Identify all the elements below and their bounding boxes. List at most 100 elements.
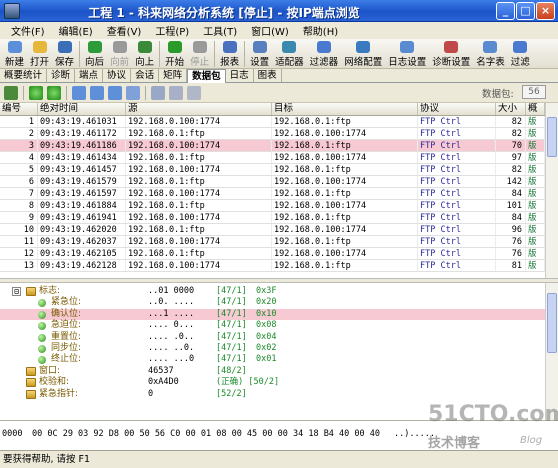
packet-source: 192.168.0.1:ftp bbox=[126, 128, 272, 139]
refresh-icon[interactable] bbox=[4, 85, 18, 100]
scrollbar-thumb[interactable] bbox=[547, 293, 557, 353]
tab-3[interactable]: 协议 bbox=[103, 69, 132, 82]
table-row[interactable]: 11 09:43:19.462037 192.168.0.100:1774 192.1… bbox=[0, 236, 545, 248]
packet-summary: 版 bbox=[526, 188, 545, 199]
export-icon[interactable] bbox=[187, 85, 201, 100]
go-back-icon[interactable] bbox=[29, 85, 43, 100]
decode-tree-item[interactable]: 重置位: .... .0.. [47/1] 0x04 bbox=[0, 332, 545, 343]
tab-6[interactable]: 数据包 bbox=[187, 69, 226, 83]
column-header-source[interactable]: 源 bbox=[126, 103, 272, 115]
name-table-button[interactable]: 名字表 bbox=[473, 39, 508, 68]
decode-tree-item[interactable]: 急迫位: .... 0... [47/1] 0x08 bbox=[0, 320, 545, 331]
table-row[interactable]: 13 09:43:19.462128 192.168.0.100:1774 192.1… bbox=[0, 260, 545, 272]
minimize-button[interactable]: _ bbox=[496, 2, 515, 20]
new-button[interactable]: 新建 bbox=[2, 39, 27, 68]
packet-detail-view-icon[interactable] bbox=[90, 85, 104, 100]
decode-tree-item[interactable]: 确认位: ...1 .... [47/1] 0x10 bbox=[0, 308, 545, 320]
save-button[interactable]: 保存 bbox=[52, 39, 77, 68]
decode-tree-item[interactable]: 窗口: 46537 [48/2] bbox=[0, 366, 545, 377]
menu-edit[interactable]: 编辑(E) bbox=[52, 23, 100, 38]
forward-button[interactable]: 向前 bbox=[107, 39, 132, 68]
packet-number: 12 bbox=[0, 248, 38, 259]
toolbar-separator bbox=[159, 41, 161, 67]
go-forward-icon[interactable] bbox=[47, 85, 61, 100]
open-button[interactable]: 打开 bbox=[27, 39, 52, 68]
column-header-number[interactable]: 编号 bbox=[0, 103, 38, 115]
menu-window[interactable]: 窗口(W) bbox=[244, 23, 296, 38]
scrollbar-thumb[interactable] bbox=[547, 117, 557, 157]
tab-1[interactable]: 诊断 bbox=[47, 69, 76, 82]
menu-project[interactable]: 工程(P) bbox=[148, 23, 196, 38]
decode-tree-item[interactable]: ⊟ 标志: ..01 0000 [47/1] 0x3F bbox=[0, 286, 545, 297]
adapter-button[interactable]: 适配器 bbox=[272, 39, 307, 68]
packet-list-view-icon[interactable] bbox=[72, 85, 86, 100]
network-config-button[interactable]: 网络配置 bbox=[341, 39, 385, 68]
table-row[interactable]: 5 09:43:19.461457 192.168.0.100:1774 192.16… bbox=[0, 164, 545, 176]
decode-tree-scrollbar[interactable] bbox=[545, 283, 558, 420]
table-row[interactable]: 10 09:43:19.462020 192.168.0.1:ftp 192.168.… bbox=[0, 224, 545, 236]
stop-button[interactable]: 停止 bbox=[187, 39, 212, 68]
decode-tree-item[interactable]: 校验和: 0xA4D0 (正确) [50/2] bbox=[0, 377, 545, 388]
diagnosis-settings-button[interactable]: 诊断设置 bbox=[429, 39, 473, 68]
tab-8[interactable]: 图表 bbox=[254, 69, 282, 82]
packet-protocol: FTP Ctrl bbox=[418, 200, 496, 211]
column-header-size[interactable]: 大小 bbox=[496, 103, 526, 115]
maximize-button[interactable]: □ bbox=[516, 2, 535, 20]
decode-tree-item[interactable]: 同步位: .... ..0. [47/1] 0x02 bbox=[0, 343, 545, 354]
table-row[interactable]: 7 09:43:19.461597 192.168.0.100:1774 192.16… bbox=[0, 188, 545, 200]
menu-view[interactable]: 查看(V) bbox=[100, 23, 149, 38]
column-header-time[interactable]: 绝对时间 bbox=[38, 103, 126, 115]
table-row[interactable]: 9 09:43:19.461941 192.168.0.100:1774 192.16… bbox=[0, 212, 545, 224]
up-button[interactable]: 向上 bbox=[132, 39, 157, 68]
name-table-icon bbox=[483, 41, 498, 53]
log-settings-button[interactable]: 日志设置 bbox=[385, 39, 429, 68]
table-row[interactable]: 3 09:43:19.461186 192.168.0.100:1774 192.16… bbox=[0, 140, 545, 152]
toolbar-button-label: 报表 bbox=[220, 57, 240, 68]
tab-4[interactable]: 会话 bbox=[131, 69, 160, 82]
filter-button[interactable]: 过滤器 bbox=[307, 39, 342, 68]
menu-tools[interactable]: 工具(T) bbox=[196, 23, 244, 38]
field-name: 窗口: bbox=[39, 365, 61, 376]
column-header-summary[interactable]: 概 bbox=[526, 103, 545, 115]
packet-list-scrollbar[interactable] bbox=[545, 103, 558, 278]
filter2-button[interactable]: 过滤 bbox=[508, 39, 533, 68]
menu-file[interactable]: 文件(F) bbox=[4, 23, 52, 38]
collapse-icon[interactable]: ⊟ bbox=[12, 287, 21, 296]
packet-number: 7 bbox=[0, 188, 38, 199]
layout-dropdown-icon[interactable] bbox=[126, 85, 140, 100]
start-button[interactable]: 开始 bbox=[162, 39, 187, 68]
tab-2[interactable]: 端点 bbox=[75, 69, 104, 82]
back-button[interactable]: 向后 bbox=[82, 39, 107, 68]
column-header-destination[interactable]: 目标 bbox=[272, 103, 418, 115]
packet-time: 09:43:19.462037 bbox=[38, 236, 126, 247]
settings-button[interactable]: 设置 bbox=[247, 39, 272, 68]
packet-time: 09:43:19.461457 bbox=[38, 164, 126, 175]
tab-5[interactable]: 矩阵 bbox=[159, 69, 188, 82]
tab-7[interactable]: 日志 bbox=[226, 69, 254, 82]
packet-source: 192.168.0.1:ftp bbox=[126, 176, 272, 187]
column-header-protocol[interactable]: 协议 bbox=[418, 103, 496, 115]
report-button[interactable]: 报表 bbox=[217, 39, 242, 68]
decode-icon[interactable] bbox=[169, 85, 183, 100]
decode-tree-item[interactable]: 紧急位: ..0. .... [47/1] 0x20 bbox=[0, 297, 545, 308]
tab-0[interactable]: 概要统计 bbox=[0, 69, 48, 82]
table-row[interactable]: 2 09:43:19.461172 192.168.0.1:ftp 192.168.0… bbox=[0, 128, 545, 140]
packet-size: 76 bbox=[496, 236, 526, 247]
table-row[interactable]: 8 09:43:19.461884 192.168.0.1:ftp 192.168.0… bbox=[0, 200, 545, 212]
table-row[interactable]: 4 09:43:19.461434 192.168.0.1:ftp 192.168.0… bbox=[0, 152, 545, 164]
packet-time: 09:43:19.461884 bbox=[38, 200, 126, 211]
packet-source: 192.168.0.1:ftp bbox=[126, 224, 272, 235]
menu-help[interactable]: 帮助(H) bbox=[296, 23, 345, 38]
close-button[interactable]: × bbox=[536, 2, 555, 20]
packet-size: 82 bbox=[496, 116, 526, 127]
filter-funnel-icon[interactable] bbox=[151, 85, 165, 100]
decode-tree-item[interactable]: 紧急指针: 0 [52/2] bbox=[0, 389, 545, 400]
packet-destination: 192.168.0.100:1774 bbox=[272, 152, 418, 163]
table-row[interactable]: 12 09:43:19.462105 192.168.0.1:ftp 192.168.… bbox=[0, 248, 545, 260]
decode-tree-item[interactable]: 终止位: .... ...0 [47/1] 0x01 bbox=[0, 354, 545, 365]
packet-source: 192.168.0.1:ftp bbox=[126, 200, 272, 211]
hex-view-icon[interactable] bbox=[108, 85, 122, 100]
table-row[interactable]: 1 09:43:19.461031 192.168.0.100:1774 192.16… bbox=[0, 116, 545, 128]
table-row[interactable]: 6 09:43:19.461579 192.168.0.1:ftp 192.168.0… bbox=[0, 176, 545, 188]
status-bar: 要获得帮助, 请按 F1 bbox=[0, 450, 558, 468]
